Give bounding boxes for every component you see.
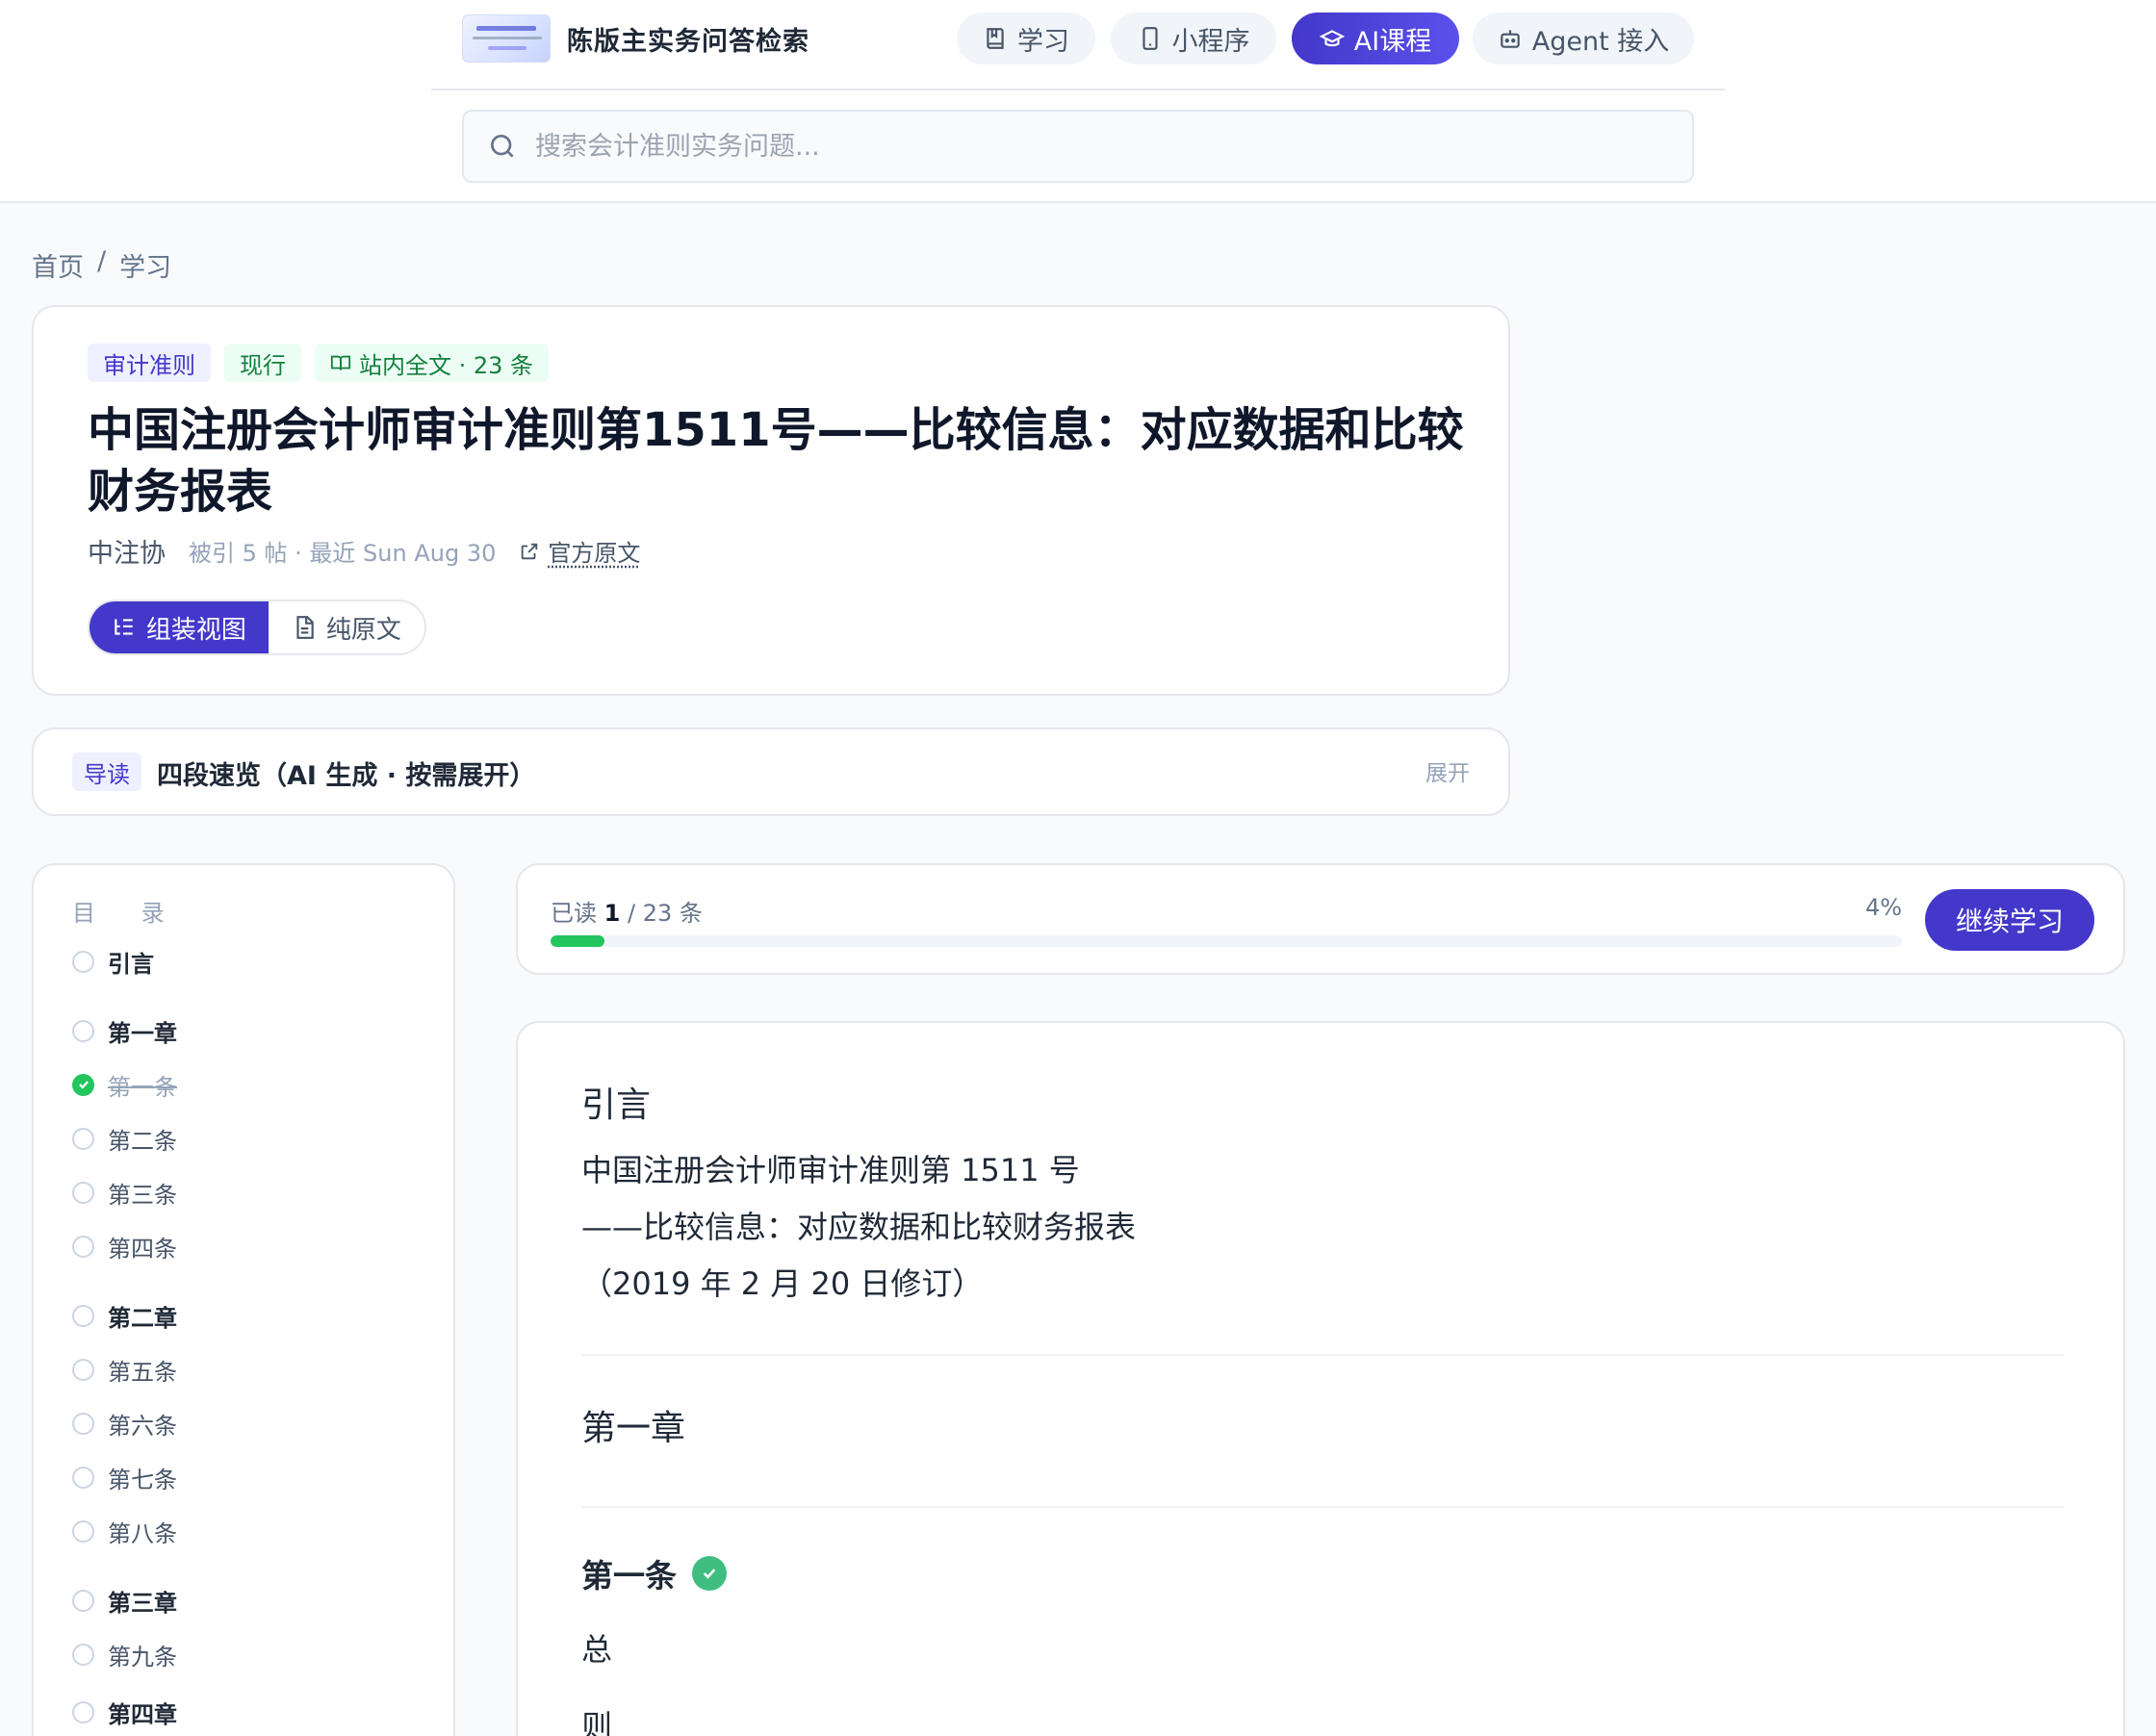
progress-bar: [551, 935, 1902, 947]
check-circle-icon: [692, 1556, 727, 1591]
nav-agent-label: Agent 接入: [1531, 26, 1670, 57]
view-toggle: 组装视图 纯原文: [88, 600, 426, 655]
external-link-icon: [522, 543, 538, 559]
toc-item-article-6[interactable]: 第六条: [72, 1404, 177, 1442]
nav-miniprogram-label: 小程序: [1171, 26, 1250, 57]
progress-label: 已读 1 / 23 条: [551, 900, 703, 927]
nav-miniprogram[interactable]: 小程序: [1111, 13, 1276, 64]
unread-circle-icon: [72, 1519, 94, 1543]
breadcrumb-current: 学习: [119, 253, 172, 283]
toc-item-article-3[interactable]: 第三条: [72, 1173, 177, 1212]
graduation-cap-icon: [1319, 30, 1345, 47]
tree-list-icon: [115, 619, 133, 635]
nav-learn-label: 学习: [1017, 26, 1069, 57]
toc-title: 目 录: [72, 900, 184, 927]
toc-item-article-8[interactable]: 第八条: [72, 1512, 177, 1550]
toc-item-article-7[interactable]: 第七条: [72, 1458, 177, 1496]
robot-icon: [1500, 30, 1520, 48]
section-divider: [581, 1506, 2064, 1508]
toc-item-article-9[interactable]: 第九条: [72, 1635, 177, 1673]
document-icon: [296, 616, 314, 639]
nav-ai-course[interactable]: AI课程: [1292, 13, 1459, 64]
tag-category: 审计准则: [88, 344, 211, 382]
breadcrumb-separator: /: [97, 246, 107, 276]
intro-line: ——比较信息：对应数据和比较财务报表: [581, 1209, 1137, 1245]
top-header: 陈版主实务问答检索 学习 小程序 AI课程 Agent 接入: [0, 0, 2156, 203]
unread-circle-icon: [72, 950, 94, 973]
check-circle-icon: [72, 1073, 94, 1096]
search-box[interactable]: [462, 110, 1694, 183]
breadcrumb-home[interactable]: 首页: [32, 246, 84, 284]
unread-circle-icon: [72, 1589, 94, 1612]
guide-title: 四段速览（AI 生成 · 按需展开）: [157, 761, 536, 791]
article-heading: 第一条: [581, 1550, 727, 1596]
progress-card: 已读 1 / 23 条 4% 继续学习: [516, 863, 2125, 975]
toc-item-chapter-2[interactable]: 第二章: [72, 1296, 177, 1335]
guide-card[interactable]: 导读 四段速览（AI 生成 · 按需展开） 展开: [32, 728, 1510, 816]
chapter-heading: 第一章: [581, 1409, 686, 1448]
guide-badge: 导读: [72, 753, 141, 791]
nav-ai-course-label: AI课程: [1353, 26, 1432, 57]
article-text: 则: [581, 1708, 613, 1736]
phone-icon: [1142, 27, 1158, 50]
unread-circle-icon: [72, 1643, 94, 1666]
nav-learn[interactable]: 学习: [957, 13, 1095, 64]
toc-item-article-2[interactable]: 第二条: [72, 1119, 177, 1158]
unread-circle-icon: [72, 1412, 94, 1435]
unread-circle-icon: [72, 1304, 94, 1327]
nav-divider: [431, 89, 1725, 90]
issuer-org: 中注协: [88, 539, 166, 569]
section-divider: [581, 1354, 2064, 1356]
citation-info: 被引 5 帖 · 最近 Sun Aug 30: [189, 540, 497, 567]
table-of-contents: 目 录 引言 第一章 第一条 第二条 第三条 第四条 第二章 第五条 第六条 第…: [32, 863, 455, 1736]
open-book-icon: [330, 355, 351, 370]
tag-list: 审计准则 现行 站内全文 · 23 条: [88, 344, 550, 382]
standard-card: 审计准则 现行 站内全文 · 23 条 中国注册会计师审计准则第1511号——比…: [32, 305, 1510, 696]
guide-expand-button[interactable]: 展开: [1425, 754, 1470, 787]
standard-meta: 中注协 被引 5 帖 · 最近 Sun Aug 30 官方原文: [88, 532, 640, 570]
intro-line: （2019 年 2 月 20 日修订）: [581, 1265, 984, 1302]
unread-circle-icon: [72, 1466, 94, 1489]
unread-circle-icon: [72, 1700, 94, 1723]
content-card: 引言 中国注册会计师审计准则第 1511 号 ——比较信息：对应数据和比较财务报…: [516, 1021, 2125, 1736]
toc-item-chapter-3[interactable]: 第三章: [72, 1581, 177, 1620]
tag-status: 现行: [224, 344, 301, 382]
tag-fulltext: 站内全文 · 23 条: [315, 344, 550, 382]
unread-circle-icon: [72, 1019, 94, 1042]
unread-circle-icon: [72, 1235, 94, 1258]
toc-item-chapter-4[interactable]: 第四章: [72, 1693, 177, 1731]
unread-circle-icon: [72, 1358, 94, 1381]
progress-percent: 4%: [1865, 894, 1903, 921]
intro-line: 中国注册会计师审计准则第 1511 号: [581, 1152, 1080, 1188]
standard-title: 中国注册会计师审计准则第1511号——比较信息：对应数据和比较财务报表: [88, 403, 1464, 519]
assembled-view-button[interactable]: 组装视图: [90, 601, 269, 653]
toc-item-article-4[interactable]: 第四条: [72, 1227, 177, 1265]
nav-agent[interactable]: Agent 接入: [1473, 13, 1694, 64]
book-icon: [987, 28, 1004, 49]
unread-circle-icon: [72, 1181, 94, 1204]
nav-row: 陈版主实务问答检索 学习 小程序 AI课程 Agent 接入: [462, 13, 1694, 64]
search-input[interactable]: [535, 131, 1652, 162]
official-source-link[interactable]: 官方原文: [519, 534, 640, 568]
toc-item-intro[interactable]: 引言: [72, 942, 154, 981]
progress-bar-fill: [551, 935, 605, 947]
toc-item-article-5[interactable]: 第五条: [72, 1350, 177, 1389]
intro-heading: 引言: [581, 1085, 652, 1125]
toc-item-chapter-1[interactable]: 第一章: [72, 1011, 177, 1050]
plain-text-button[interactable]: 纯原文: [269, 601, 424, 653]
search-icon: [490, 135, 514, 158]
site-title[interactable]: 陈版主实务问答检索: [567, 20, 809, 58]
toc-item-article-1[interactable]: 第一条: [72, 1065, 177, 1104]
site-logo[interactable]: [462, 14, 551, 63]
continue-learning-button[interactable]: 继续学习: [1925, 889, 2094, 951]
unread-circle-icon: [72, 1127, 94, 1150]
article-text: 总: [581, 1631, 613, 1668]
breadcrumb: 首页 / 学习: [32, 246, 171, 284]
